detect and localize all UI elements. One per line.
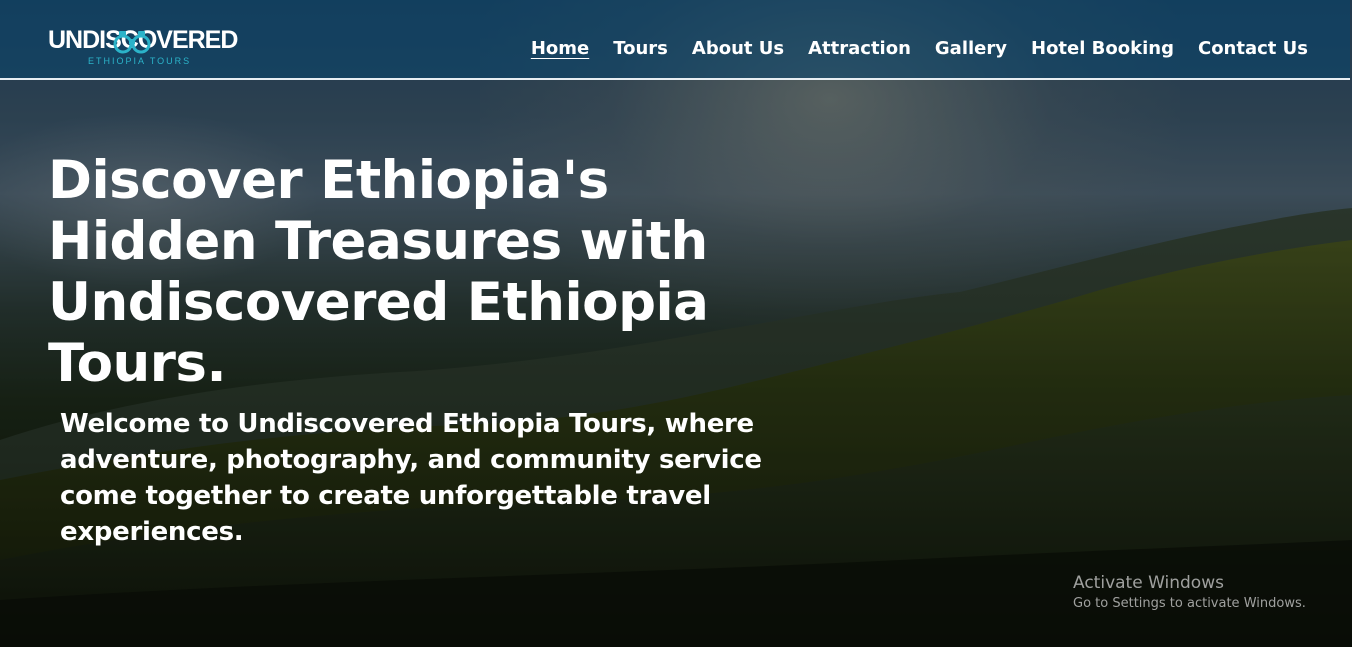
hero-headline: Discover Ethiopia's Hidden Treasures wit… [48, 150, 709, 394]
nav-item-home[interactable]: Home [531, 38, 589, 59]
logo-tagline: ETHIOPIA TOURS [88, 56, 192, 66]
nav-item-contact-us[interactable]: Contact Us [1198, 38, 1308, 59]
site-logo[interactable]: UNDISCOVERED ETHIOPIA TOURS [48, 26, 238, 70]
main-nav: Home Tours About Us Attraction Gallery H… [507, 38, 1308, 59]
nav-item-hotel-booking[interactable]: Hotel Booking [1031, 38, 1174, 59]
watermark-title: Activate Windows [1073, 573, 1224, 593]
nav-item-attraction[interactable]: Attraction [808, 38, 911, 59]
hero-welcome-text: Welcome to Undiscovered Ethiopia Tours, … [60, 409, 762, 547]
binoculars-icon [113, 31, 151, 54]
nav-item-tours[interactable]: Tours [613, 38, 668, 59]
navbar: UNDISCOVERED ETHIOPIA TOURS Home Tours A… [0, 0, 1350, 80]
nav-item-about-us[interactable]: About Us [692, 38, 784, 59]
hero-section: UNDISCOVERED ETHIOPIA TOURS Home Tours A… [0, 0, 1352, 647]
windows-activation-watermark: Activate Windows Go to Settings to activ… [1073, 572, 1306, 614]
watermark-subtitle: Go to Settings to activate Windows. [1073, 596, 1306, 611]
nav-item-gallery[interactable]: Gallery [935, 38, 1007, 59]
